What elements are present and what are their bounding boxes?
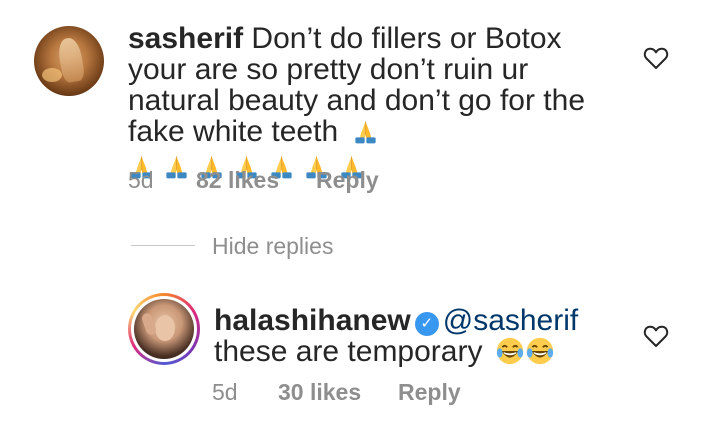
avatar-halashihanew[interactable] — [134, 299, 194, 359]
comment-time: 5d — [128, 167, 154, 193]
comment-body: sasherif Don’t do fillers or Botox your … — [128, 23, 628, 182]
like-heart-icon[interactable] — [643, 46, 669, 70]
folded-hands-emoji-icon — [163, 153, 190, 180]
reply-text: these are temporary — [214, 335, 483, 368]
like-heart-icon[interactable] — [643, 324, 669, 348]
avatar-sasherif[interactable] — [34, 26, 104, 96]
reply-mention[interactable]: @sasherif — [443, 304, 579, 337]
face-with-tears-of-joy-icon — [495, 336, 525, 366]
face-with-tears-of-joy-icon — [525, 336, 555, 366]
comment-username[interactable]: sasherif — [128, 22, 243, 55]
comment-likes[interactable]: 82 likes — [196, 167, 279, 194]
verified-badge-icon: ✓ — [414, 312, 439, 336]
reply-button[interactable]: Reply — [398, 379, 461, 406]
hide-replies-divider — [131, 245, 195, 246]
reply-body: halashihanew ✓ @sasherif these are tempora… — [214, 305, 654, 367]
reply-username[interactable]: halashihanew — [214, 304, 411, 337]
reply-time: 5d — [212, 379, 238, 405]
avatar-photo-face — [155, 315, 175, 341]
hide-replies-button[interactable]: Hide replies — [212, 233, 333, 260]
folded-hands-emoji-icon — [352, 118, 379, 145]
avatar-photo-detail — [42, 68, 62, 82]
reply-button[interactable]: Reply — [316, 167, 379, 194]
reply-likes[interactable]: 30 likes — [278, 379, 361, 406]
